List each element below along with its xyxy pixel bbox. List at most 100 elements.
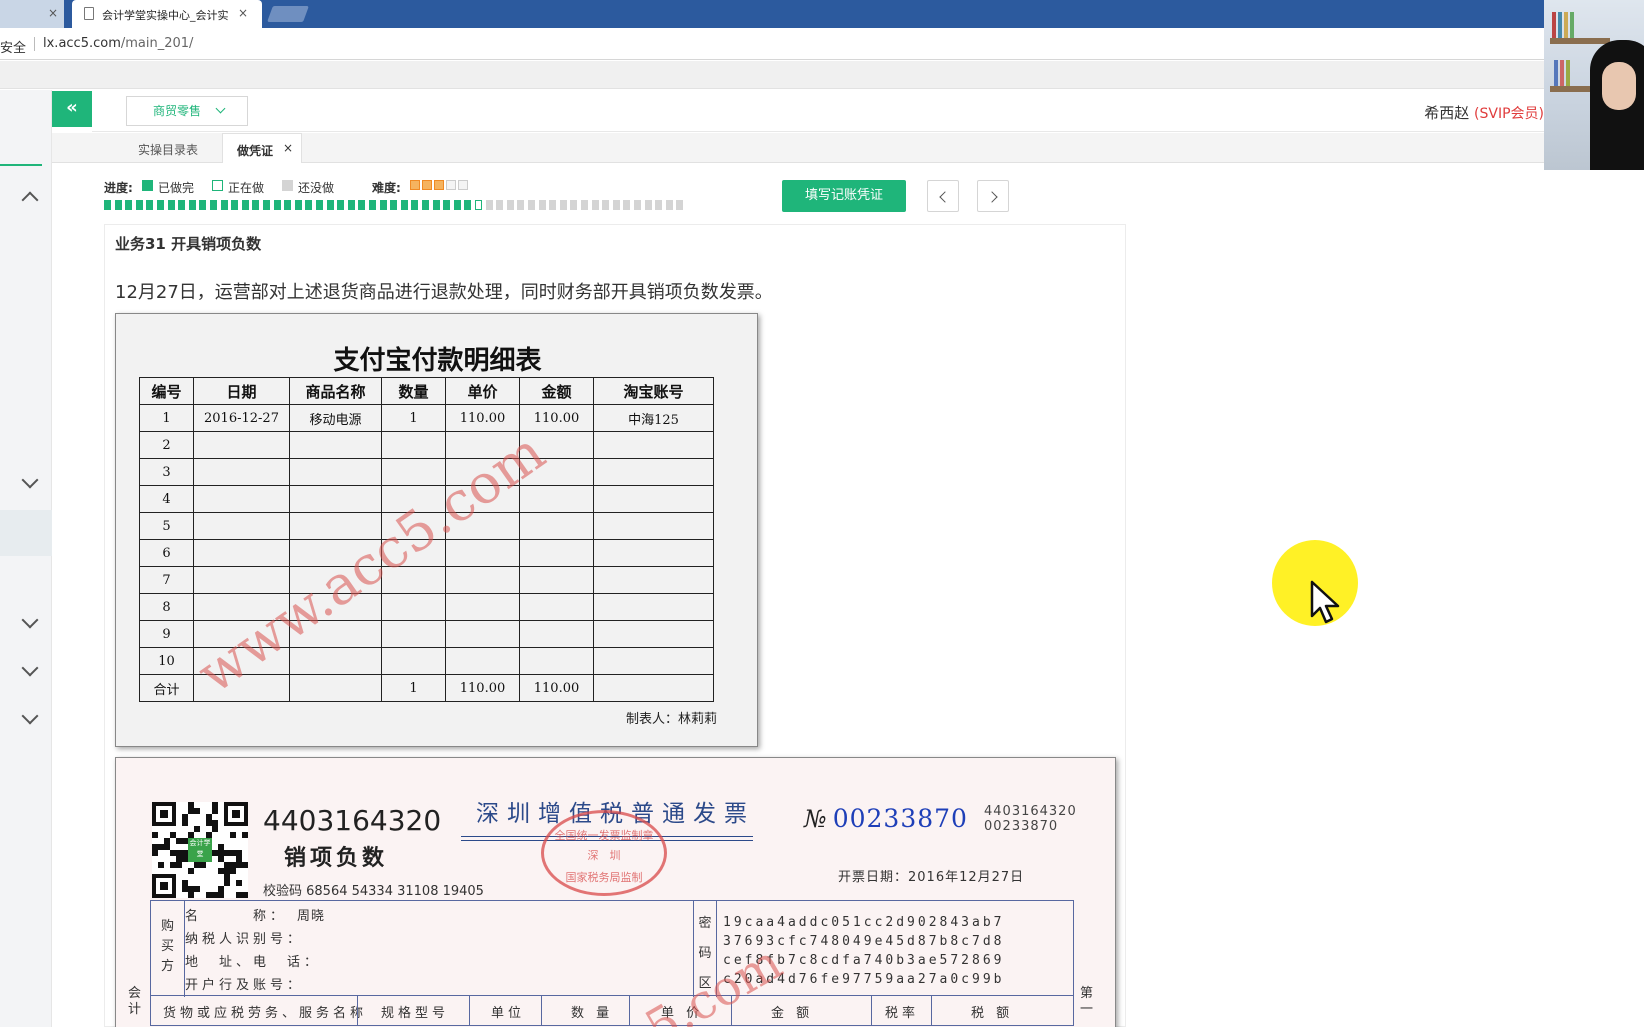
book: [1566, 60, 1570, 86]
table-cell: 合计: [139, 674, 194, 702]
presenter-face: [1602, 62, 1636, 110]
star-icon: [434, 180, 444, 190]
vip-badge: (SVIP会员): [1474, 106, 1544, 122]
progress-segment: [453, 200, 461, 210]
table-cell: 2016-12-27: [193, 404, 290, 432]
cipher-label-text: 密码区: [698, 916, 712, 991]
table-cell: [593, 431, 714, 459]
col-qty: 数 量: [571, 1006, 614, 1021]
table-cell: [193, 539, 290, 567]
table-cell: [519, 647, 594, 675]
new-tab-button[interactable]: [267, 6, 309, 22]
table-cell: [381, 647, 446, 675]
alipay-header-cell: 日期: [193, 377, 290, 405]
chevron-up-icon[interactable]: [21, 191, 39, 209]
progress-segment: [581, 200, 588, 210]
table-cell: [289, 431, 382, 459]
qr-module: [230, 868, 236, 874]
progress-segment: [167, 200, 175, 210]
tab-catalog[interactable]: 实操目录表: [138, 141, 198, 158]
chevron-down-icon[interactable]: [21, 707, 39, 725]
user-name: 希西赵: [1424, 104, 1470, 122]
progress-segment: [263, 200, 270, 210]
book: [1554, 60, 1558, 86]
secure-label: 安全: [0, 41, 27, 56]
progress-segment: [231, 200, 239, 210]
table-cell: [289, 620, 382, 648]
table-cell: [193, 647, 290, 675]
buyer-name-label: 名 称：: [185, 909, 288, 924]
cipher-line: 19caa4addc051cc2d902843ab7: [723, 915, 1005, 930]
user-info[interactable]: 希西赵 (SVIP会员): [1424, 102, 1544, 123]
address-bar[interactable]: 安全 lx.acc5.com/main_201/: [0, 28, 1644, 60]
sidebar-highlight[interactable]: [0, 510, 52, 556]
address-separator: [34, 37, 35, 51]
tab-close-icon[interactable]: ×: [48, 6, 58, 20]
cipher-line: c20ad4d76fe97759aa27a0c99b: [723, 972, 1005, 987]
table-row: 1 2016-12-27 移动电源 1 110.00 110.00 中海125: [139, 404, 714, 432]
table-cell: 1: [139, 404, 194, 432]
previous-button[interactable]: [927, 180, 959, 212]
progress-segment: [284, 200, 292, 210]
table-cell: [593, 512, 714, 540]
qr-finder: [224, 802, 248, 826]
progress-segment: [612, 200, 620, 210]
alipay-table-body: 1 2016-12-27 移动电源 1 110.00 110.00 中海125 2 3 4 5 6 7 8…: [139, 404, 714, 702]
chevron-down-icon[interactable]: [21, 471, 39, 489]
table-cell: [445, 431, 520, 459]
task-title: 业务31 开具销项负数: [115, 235, 262, 253]
qr-module: [182, 856, 188, 862]
alipay-table: 编号 日期 商品名称 数量 单价 金额 淘宝账号 1 2016-12-27 移动电源 1 110.0…: [139, 377, 714, 702]
progress-segment: [178, 200, 186, 210]
table-cell: 10: [139, 647, 194, 675]
alipay-header-cell: 编号: [139, 377, 194, 405]
qr-module: [242, 832, 248, 838]
book: [1552, 12, 1556, 38]
progress-bar: [104, 200, 704, 212]
legend-doing-swatch: [212, 180, 223, 191]
next-button[interactable]: [977, 180, 1009, 212]
table-cell: [193, 674, 290, 702]
progress-segment: [506, 200, 514, 210]
qr-module: [206, 832, 212, 838]
tab-voucher-label: 做凭证: [237, 144, 274, 158]
collapse-sidebar-button[interactable]: «: [52, 91, 92, 127]
tab-close-icon[interactable]: ×: [283, 141, 293, 155]
tab-voucher[interactable]: 做凭证 ×: [222, 133, 302, 163]
url-text[interactable]: lx.acc5.com/main_201/: [43, 36, 193, 51]
progress-segment: [623, 200, 631, 210]
table-cell: [289, 674, 382, 702]
progress-segment: [220, 200, 228, 210]
industry-dropdown[interactable]: 商贸零售: [126, 96, 248, 126]
col-tax: 税 额: [971, 1006, 1014, 1021]
progress-segment: [210, 200, 217, 210]
page-tabs: 实操目录表 做凭证 ×: [52, 133, 1644, 163]
progress-segment: [252, 200, 260, 210]
table-cell: [519, 431, 594, 459]
buyer-section: 购买方 名 称： 周晓 纳税人识别号： 地 址、电 话： 开户行及账号： 密码区 …: [150, 900, 1074, 997]
invoice-code: 4403164320: [263, 804, 442, 837]
seal-top-text: 全国统一发票监制章: [554, 829, 654, 842]
chevron-down-icon[interactable]: [21, 611, 39, 629]
legend-doing-label: 正在做: [228, 181, 265, 195]
table-cell: [445, 485, 520, 513]
book: [1570, 12, 1574, 38]
qr-module: [218, 892, 224, 898]
table-row: 3: [139, 458, 714, 486]
legend-done-label: 已做完: [158, 181, 195, 195]
tab-close-icon[interactable]: ×: [238, 6, 248, 20]
table-cell: 9: [139, 620, 194, 648]
invoice-number-label: №: [804, 805, 827, 833]
table-cell: [445, 647, 520, 675]
table-cell: [593, 485, 714, 513]
fill-voucher-button[interactable]: 填写记账凭证: [782, 180, 906, 212]
browser-tab-active[interactable]: 会计学堂实操中心_会计实 ×: [72, 0, 262, 28]
table-cell: 移动电源: [289, 404, 382, 432]
chevron-down-icon[interactable]: [21, 659, 39, 677]
mouse-cursor-icon: [1310, 580, 1340, 624]
negative-invoice-label: 销项负数: [284, 846, 389, 871]
table-cell: 110.00: [519, 404, 594, 432]
browser-tab-inactive[interactable]: ×: [0, 0, 64, 28]
progress-segment: [644, 200, 652, 210]
table-cell: [193, 485, 290, 513]
